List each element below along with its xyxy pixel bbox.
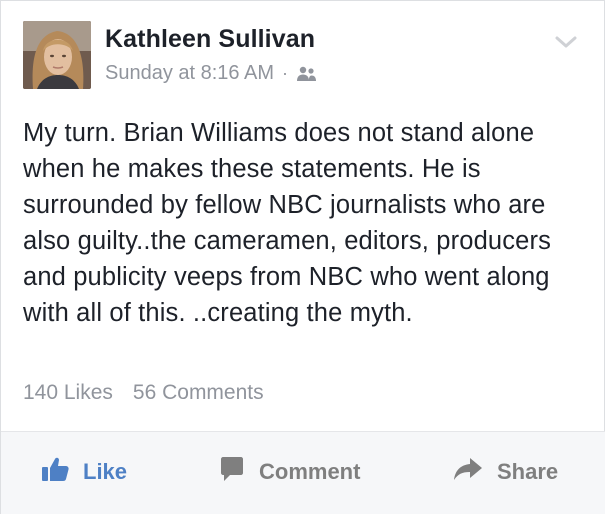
author-name[interactable]: Kathleen Sullivan <box>105 25 315 54</box>
comment-label: Comment <box>259 459 361 484</box>
thumbs-up-icon <box>41 456 69 488</box>
post-stats: 140 Likes 56 Comments <box>23 381 264 405</box>
post-meta: Sunday at 8:16 AM · <box>105 62 318 85</box>
post-card: Kathleen Sullivan Sunday at 8:16 AM · My… <box>0 0 605 514</box>
like-button[interactable]: Like <box>41 456 127 488</box>
chevron-down-icon[interactable] <box>554 31 578 51</box>
comment-button[interactable]: Comment <box>219 456 360 488</box>
post-body: My turn. Brian Williams does not stand a… <box>23 119 559 327</box>
comment-icon <box>219 456 245 488</box>
avatar[interactable] <box>23 21 91 89</box>
meta-separator: · <box>282 63 289 83</box>
post-header: Kathleen Sullivan Sunday at 8:16 AM · <box>23 21 604 91</box>
comments-count[interactable]: 56 Comments <box>133 381 264 405</box>
share-label: Share <box>497 459 559 484</box>
share-button[interactable]: Share <box>453 456 558 488</box>
share-arrow-icon <box>453 457 483 487</box>
action-bar: Like Comment Share <box>1 431 605 514</box>
likes-count[interactable]: 140 Likes <box>23 381 113 405</box>
like-label: Like <box>83 459 128 484</box>
friends-icon[interactable] <box>296 65 318 83</box>
post-timestamp[interactable]: Sunday at 8:16 AM <box>105 62 274 85</box>
